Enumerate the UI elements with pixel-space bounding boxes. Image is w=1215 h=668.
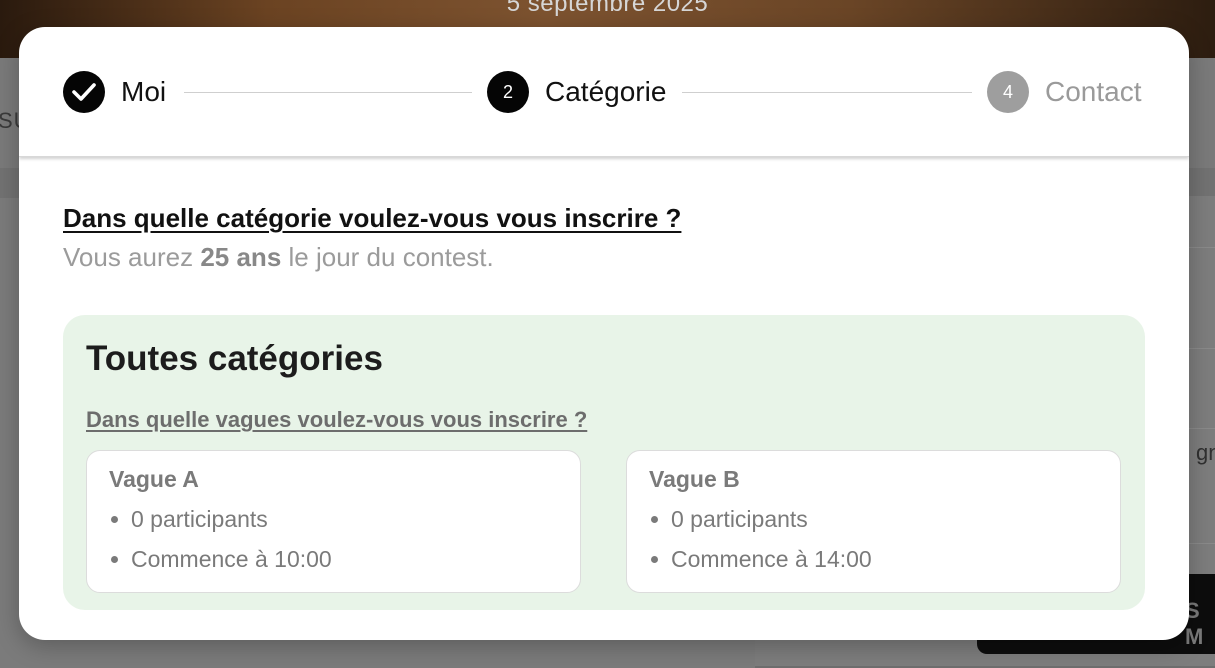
bullet-icon [651, 556, 658, 563]
wave-participants: 0 participants [649, 504, 872, 544]
background-divider [1188, 247, 1215, 248]
category-title: Toutes catégories [86, 339, 383, 378]
background-button-label: S M [1185, 598, 1204, 649]
age-prefix: Vous aurez [63, 242, 194, 272]
bullet-icon [651, 516, 658, 523]
background-text-right: gne [1196, 440, 1215, 465]
step-number: 2 [487, 71, 529, 113]
registration-modal: Moi 2 Catégorie 4 Contact Dans quelle ca… [19, 27, 1189, 640]
age-suffix: le jour du contest. [288, 242, 494, 272]
step-categorie[interactable]: 2 Catégorie [487, 70, 666, 114]
wave-question: Dans quelle vagues voulez-vous vous insc… [86, 407, 588, 432]
step-label: Moi [121, 76, 167, 107]
hero-date: 5 septembre 2025 [506, 0, 709, 17]
wave-title: Vague B [649, 466, 740, 492]
wave-participants: 0 participants [109, 504, 332, 544]
step-contact[interactable]: 4 Contact [987, 70, 1142, 114]
background-divider [1188, 543, 1215, 544]
bullet-icon [111, 556, 118, 563]
category-question: Dans quelle catégorie voulez-vous vous i… [63, 203, 682, 233]
modal-content: Dans quelle catégorie voulez-vous vous i… [63, 203, 1145, 273]
bullet-icon [111, 516, 118, 523]
wave-option-a[interactable]: Vague A 0 participants Commence à 10:00 [86, 450, 581, 593]
step-moi[interactable]: Moi [63, 70, 166, 114]
step-label: Contact [1045, 76, 1142, 107]
wave-option-b[interactable]: Vague B 0 participants Commence à 14:00 [626, 450, 1121, 593]
stepper: Moi 2 Catégorie 4 Contact [19, 27, 1189, 157]
step-connector [682, 92, 972, 93]
wave-details: 0 participants Commence à 10:00 [109, 504, 332, 584]
step-number: 4 [987, 71, 1029, 113]
category-card[interactable]: Toutes catégories Dans quelle vagues vou… [63, 315, 1145, 610]
step-label: Catégorie [545, 76, 667, 107]
age-value: 25 ans [200, 242, 282, 272]
wave-start-time: Commence à 10:00 [109, 544, 332, 584]
step-connector [184, 92, 472, 93]
wave-title: Vague A [109, 466, 199, 492]
age-info: Vous aurez 25 ans le jour du contest. [63, 242, 1145, 273]
background-divider [1188, 428, 1215, 429]
wave-start-time: Commence à 14:00 [649, 544, 872, 584]
background-divider [1188, 348, 1215, 349]
wave-details: 0 participants Commence à 14:00 [649, 504, 872, 584]
check-icon [63, 71, 105, 113]
